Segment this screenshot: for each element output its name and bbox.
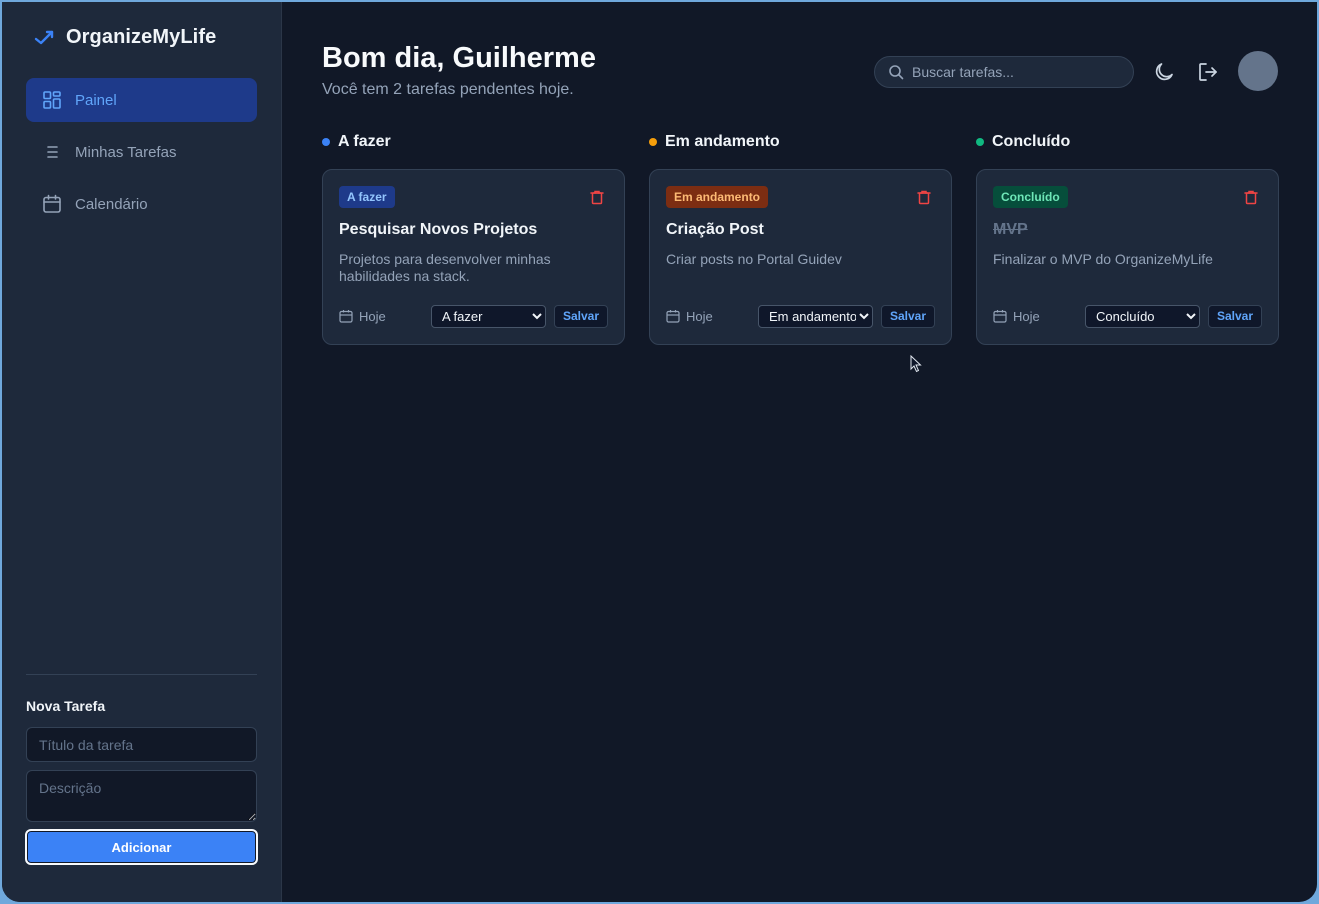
status-select[interactable]: Concluído — [1084, 304, 1200, 328]
save-button[interactable]: Salvar — [880, 304, 935, 328]
column-concluido: Concluído Concluído MVP Finalizar o MVP … — [976, 132, 1279, 345]
page-subtitle: Você tem 2 tarefas pendentes hoje. — [322, 81, 574, 98]
brand[interactable]: OrganizeMyLife — [34, 26, 216, 49]
sidebar-nav: Painel Minhas Tarefas Calendário — [26, 78, 257, 234]
trash-icon[interactable] — [916, 189, 932, 205]
logout-icon[interactable] — [1196, 60, 1220, 84]
column-title: Em andamento — [665, 133, 780, 150]
task-date: Hoje — [339, 309, 431, 324]
status-badge: Concluído — [993, 186, 1068, 208]
brand-name: OrganizeMyLife — [66, 26, 217, 48]
task-card[interactable]: Em andamento Criação Post Criar posts no… — [649, 169, 952, 345]
sidebar-divider — [26, 674, 257, 675]
status-dot — [649, 138, 657, 146]
column-title: Concluído — [992, 133, 1071, 150]
save-button[interactable]: Salvar — [553, 304, 608, 328]
task-card[interactable]: A fazer Pesquisar Novos Projetos Projeto… — [322, 169, 625, 345]
new-task-heading: Nova Tarefa — [26, 698, 106, 714]
task-description: Criar posts no Portal Guidev — [666, 251, 842, 267]
search-box[interactable] — [874, 56, 1134, 88]
status-select[interactable]: A fazer — [430, 304, 546, 328]
task-description: Projetos para desenvolver minhas habilid… — [339, 251, 551, 284]
status-badge: Em andamento — [666, 186, 769, 208]
calendar-icon — [993, 310, 1007, 323]
calendar-icon — [339, 310, 353, 323]
task-description-input[interactable] — [26, 770, 257, 822]
add-task-button[interactable]: Adicionar — [25, 829, 258, 865]
dashboard-icon — [43, 91, 61, 109]
task-title: MVP — [993, 221, 1028, 238]
search-icon — [889, 65, 904, 80]
trending-check-icon — [34, 30, 54, 44]
calendar-icon — [666, 310, 680, 323]
status-dot — [322, 138, 330, 146]
page-title: Bom dia, Guilherme — [322, 42, 596, 74]
task-date: Hoje — [993, 309, 1085, 324]
task-title: Criação Post — [666, 221, 764, 238]
status-select[interactable]: Em andamento — [757, 304, 873, 328]
task-footer: Hoje A fazer Salvar — [339, 304, 608, 328]
column-em-andamento: Em andamento Em andamento Criação Post C… — [649, 132, 952, 345]
column-title: A fazer — [338, 133, 391, 150]
calendar-icon — [43, 194, 61, 213]
status-dot — [976, 138, 984, 146]
list-icon — [47, 146, 58, 158]
task-date-label: Hoje — [1013, 308, 1040, 324]
trash-icon[interactable] — [1243, 189, 1259, 205]
task-card[interactable]: Concluído MVP Finalizar o MVP do Organiz… — [976, 169, 1279, 345]
task-description: Finalizar o MVP do OrganizeMyLife — [993, 251, 1213, 267]
mouse-cursor-icon — [910, 355, 922, 373]
column-header: Em andamento — [649, 132, 952, 152]
status-badge: A fazer — [339, 186, 395, 208]
sidebar-item-label: Painel — [75, 91, 117, 109]
sidebar-item-painel[interactable]: Painel — [26, 78, 257, 122]
task-title-input[interactable] — [26, 727, 257, 762]
task-date-label: Hoje — [686, 308, 713, 324]
app-window: OrganizeMyLife Painel Minhas Tarefas Cal… — [2, 2, 1317, 902]
save-button[interactable]: Salvar — [1207, 304, 1262, 328]
greeting: Bom dia, Guilherme Você tem 2 tarefas pe… — [322, 42, 596, 99]
avatar[interactable] — [1238, 51, 1278, 91]
task-footer: Hoje Em andamento Salvar — [666, 304, 935, 328]
sidebar: OrganizeMyLife Painel Minhas Tarefas Cal… — [2, 2, 282, 902]
sidebar-item-minhas-tarefas[interactable]: Minhas Tarefas — [26, 130, 257, 174]
kanban-board: A fazer A fazer Pesquisar Novos Projetos… — [322, 132, 1279, 345]
trash-icon[interactable] — [589, 189, 605, 205]
task-date: Hoje — [666, 309, 758, 324]
search-input[interactable] — [912, 64, 1112, 80]
column-header: Concluído — [976, 132, 1279, 152]
sidebar-item-label: Minhas Tarefas — [75, 143, 177, 161]
new-task-form: Nova Tarefa Adicionar — [25, 698, 258, 865]
sidebar-item-calendario[interactable]: Calendário — [26, 182, 257, 226]
task-date-label: Hoje — [359, 308, 386, 324]
task-footer: Hoje Concluído Salvar — [993, 304, 1262, 328]
column-header: A fazer — [322, 132, 625, 152]
moon-icon[interactable] — [1152, 60, 1176, 84]
sidebar-item-label: Calendário — [75, 195, 148, 213]
main-content: Bom dia, Guilherme Você tem 2 tarefas pe… — [282, 2, 1317, 902]
column-a-fazer: A fazer A fazer Pesquisar Novos Projetos… — [322, 132, 625, 345]
task-title: Pesquisar Novos Projetos — [339, 221, 538, 238]
